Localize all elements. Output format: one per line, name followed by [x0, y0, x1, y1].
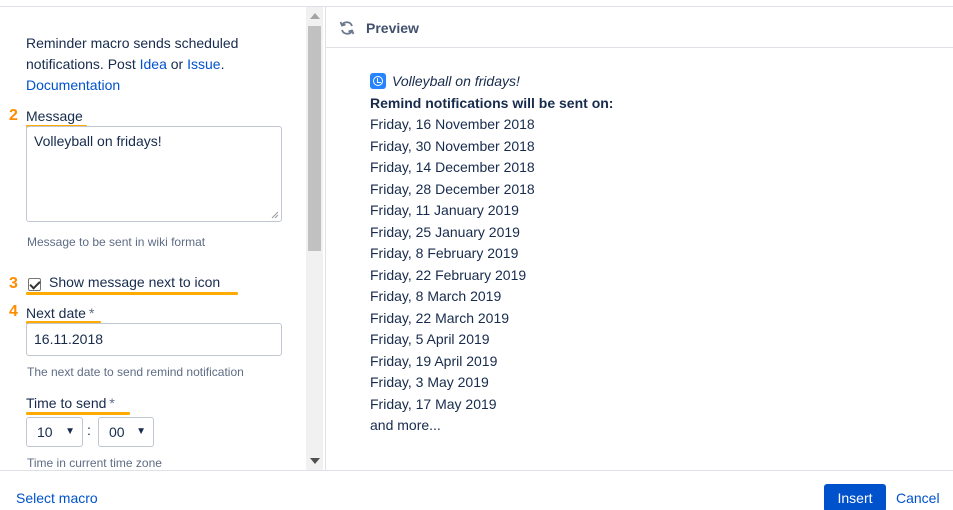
- remind-date: Friday, 11 January 2019: [370, 202, 519, 218]
- select-macro-link[interactable]: Select macro: [16, 490, 98, 506]
- next-date-input[interactable]: 16.11.2018: [26, 323, 282, 356]
- next-date-label: Next date *: [26, 305, 94, 321]
- remind-date: Friday, 28 December 2018: [370, 180, 535, 197]
- remind-date: Friday, 25 January 2019: [370, 223, 520, 240]
- next-date-help-text: The next date to send remind notificatio…: [27, 365, 244, 379]
- time-to-send-label: Time to send *: [26, 395, 115, 411]
- show-message-underline: [26, 292, 238, 295]
- remind-date: Friday, 5 April 2019: [370, 331, 490, 347]
- preview-header: Preview: [326, 7, 953, 48]
- remind-date: Friday, 14 December 2018: [370, 159, 535, 175]
- hour-value: 10: [37, 424, 53, 440]
- step-number-4: 4: [9, 303, 18, 320]
- remind-date: Friday, 3 May 2019: [370, 374, 489, 390]
- panel-divider: [325, 7, 326, 470]
- time-to-send-underline: [26, 412, 130, 415]
- time-separator: :: [87, 422, 91, 438]
- step-number-2: 2: [9, 107, 18, 124]
- scroll-up-arrow-icon[interactable]: [310, 13, 320, 19]
- caret-down-icon: ▼: [136, 426, 146, 437]
- issue-link[interactable]: Issue: [187, 56, 220, 72]
- remind-date: Friday, 8 February 2019: [370, 245, 519, 261]
- macro-settings-panel: Reminder macro sends scheduled notificat…: [0, 7, 325, 470]
- insert-button[interactable]: Insert: [824, 484, 886, 510]
- remind-date: Friday, 17 May 2019: [370, 395, 497, 412]
- show-message-checkbox[interactable]: [28, 278, 41, 291]
- remind-date: Friday, 22 February 2019: [370, 266, 527, 283]
- next-date-label-text: Next date: [26, 305, 86, 321]
- cancel-link[interactable]: Cancel: [896, 490, 940, 506]
- settings-scrollbar[interactable]: [306, 7, 323, 470]
- or-text: or: [166, 56, 188, 72]
- documentation-link[interactable]: Documentation: [26, 77, 120, 93]
- preview-title: Preview: [366, 20, 419, 36]
- message-label: Message: [26, 108, 83, 124]
- scroll-thumb[interactable]: [308, 26, 321, 251]
- reminder-clock-icon: [370, 73, 386, 89]
- remind-date: Friday, 8 March 2019: [370, 288, 502, 304]
- remind-date: Friday, 19 April 2019: [370, 352, 498, 369]
- time-to-send-label-text: Time to send: [26, 395, 107, 411]
- message-textarea[interactable]: Volleyball on fridays!: [26, 126, 282, 222]
- caret-down-icon: ▼: [65, 426, 75, 437]
- idea-link[interactable]: Idea: [140, 56, 167, 72]
- refresh-icon[interactable]: [339, 20, 355, 36]
- period-text: .: [220, 56, 225, 72]
- show-message-label: Show message next to icon: [49, 274, 221, 290]
- remind-date: Friday, 22 March 2019: [370, 309, 510, 326]
- time-help-text: Time in current time zone: [27, 456, 162, 470]
- footer-border: [0, 470, 953, 471]
- remind-date: Friday, 16 November 2018: [370, 116, 535, 132]
- remind-dates-heading: Remind notifications will be sent on:: [370, 95, 614, 111]
- remind-dates-list: Friday, 16 November 2018 Friday, 30 Nove…: [370, 114, 535, 437]
- macro-description: Reminder macro sends scheduled notificat…: [26, 33, 276, 96]
- resize-grip-icon[interactable]: [271, 211, 279, 219]
- message-help-text: Message to be sent in wiki format: [27, 235, 206, 249]
- reminder-message: Volleyball on fridays!: [392, 73, 520, 89]
- scroll-down-arrow-icon[interactable]: [310, 458, 320, 464]
- minute-select[interactable]: 00 ▼: [98, 417, 154, 447]
- message-value: Volleyball on fridays!: [34, 133, 162, 149]
- hour-select[interactable]: 10 ▼: [26, 417, 83, 447]
- and-more-text: and more...: [370, 417, 441, 433]
- minute-value: 00: [109, 424, 125, 440]
- step-number-3: 3: [9, 275, 18, 292]
- required-marker: *: [109, 395, 115, 411]
- remind-date: Friday, 30 November 2018: [370, 137, 535, 154]
- required-marker: *: [88, 305, 95, 321]
